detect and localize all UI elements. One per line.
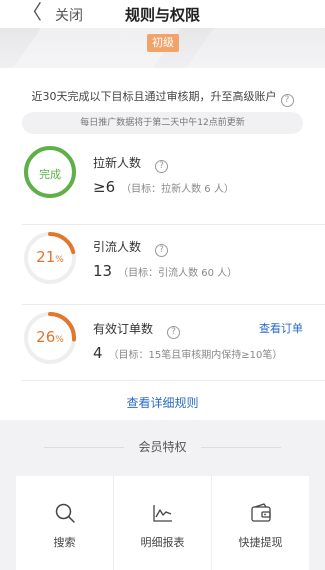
help-icon[interactable]: ? (155, 160, 169, 173)
privilege-label: 快捷提现 (238, 536, 283, 549)
nav-bar: 〈 关闭 规则与权限 (0, 0, 325, 28)
page-title: 规则与权限 (124, 6, 200, 24)
metric-value: ≥6 （目标：拉新人数 6 人） (93, 178, 234, 196)
divider (22, 304, 325, 305)
privilege-label: 明细报表 (140, 536, 185, 549)
upgrade-intro-text: 近30天完成以下目标且通过审核期，升至高级账户 (31, 90, 277, 103)
metric-value-number: 4 (93, 344, 103, 362)
upgrade-intro: 近30天完成以下目标且通过审核期，升至高级账户? (0, 88, 325, 107)
search-icon (55, 503, 75, 523)
metric-value-number: 13 (93, 262, 113, 280)
metric-name: 有效订单数? (93, 320, 181, 339)
wallet-icon (250, 503, 271, 522)
metric-target: （目标：拉新人数 6 人） (121, 184, 234, 195)
metric-value-number: ≥6 (93, 178, 116, 196)
metric-name: 拉新人数? (93, 154, 169, 173)
progress-card: 近30天完成以下目标且通过审核期，升至高级账户? 每日推广数据将于第二天中午12… (0, 68, 325, 420)
metric-value: 13 （目标：引流人数 60 人） (93, 262, 237, 280)
help-icon[interactable]: ? (167, 326, 181, 339)
progress-percent: 21 (36, 248, 56, 266)
help-icon[interactable]: ? (280, 94, 294, 107)
progress-percent: 26 (36, 328, 56, 346)
metric-value: 4 （目标：15笔且审核期内保持≥10笔） (93, 344, 282, 362)
metric-name-text: 有效订单数 (93, 322, 154, 336)
percent-unit: % (55, 335, 64, 345)
privilege-report[interactable]: 明细报表 (114, 476, 212, 570)
view-detailed-rules-link[interactable]: 查看详细规则 (0, 394, 325, 411)
privilege-withdraw[interactable]: 快捷提现 (212, 476, 309, 570)
help-icon[interactable]: ? (155, 244, 169, 257)
progress-label: 26% (22, 328, 78, 346)
privileges-grid: 搜索 明细报表 快捷提现 (16, 476, 309, 570)
metric-target: （目标：15笔且审核期内保持≥10笔） (108, 350, 283, 361)
progress-label: 完成 (39, 168, 61, 181)
update-notice: 每日推广数据将于第二天中午12点前更新 (22, 112, 303, 134)
metric-name-text: 引流人数 (93, 240, 142, 254)
metric-target: （目标：引流人数 60 人） (118, 268, 238, 279)
divider (201, 447, 281, 448)
privilege-label: 搜索 (53, 536, 76, 549)
metric-name-text: 拉新人数 (93, 156, 142, 170)
banner-decoration (171, 28, 325, 68)
view-orders-link[interactable]: 查看订单 (259, 320, 303, 336)
level-badge: 初级 (147, 34, 179, 52)
divider (22, 224, 325, 225)
metric-name: 引流人数? (93, 238, 169, 257)
report-chart-icon (152, 505, 172, 522)
privilege-search[interactable]: 搜索 (16, 476, 114, 570)
divider (22, 380, 325, 381)
percent-unit: % (55, 255, 64, 265)
progress-label: 21% (22, 248, 78, 266)
